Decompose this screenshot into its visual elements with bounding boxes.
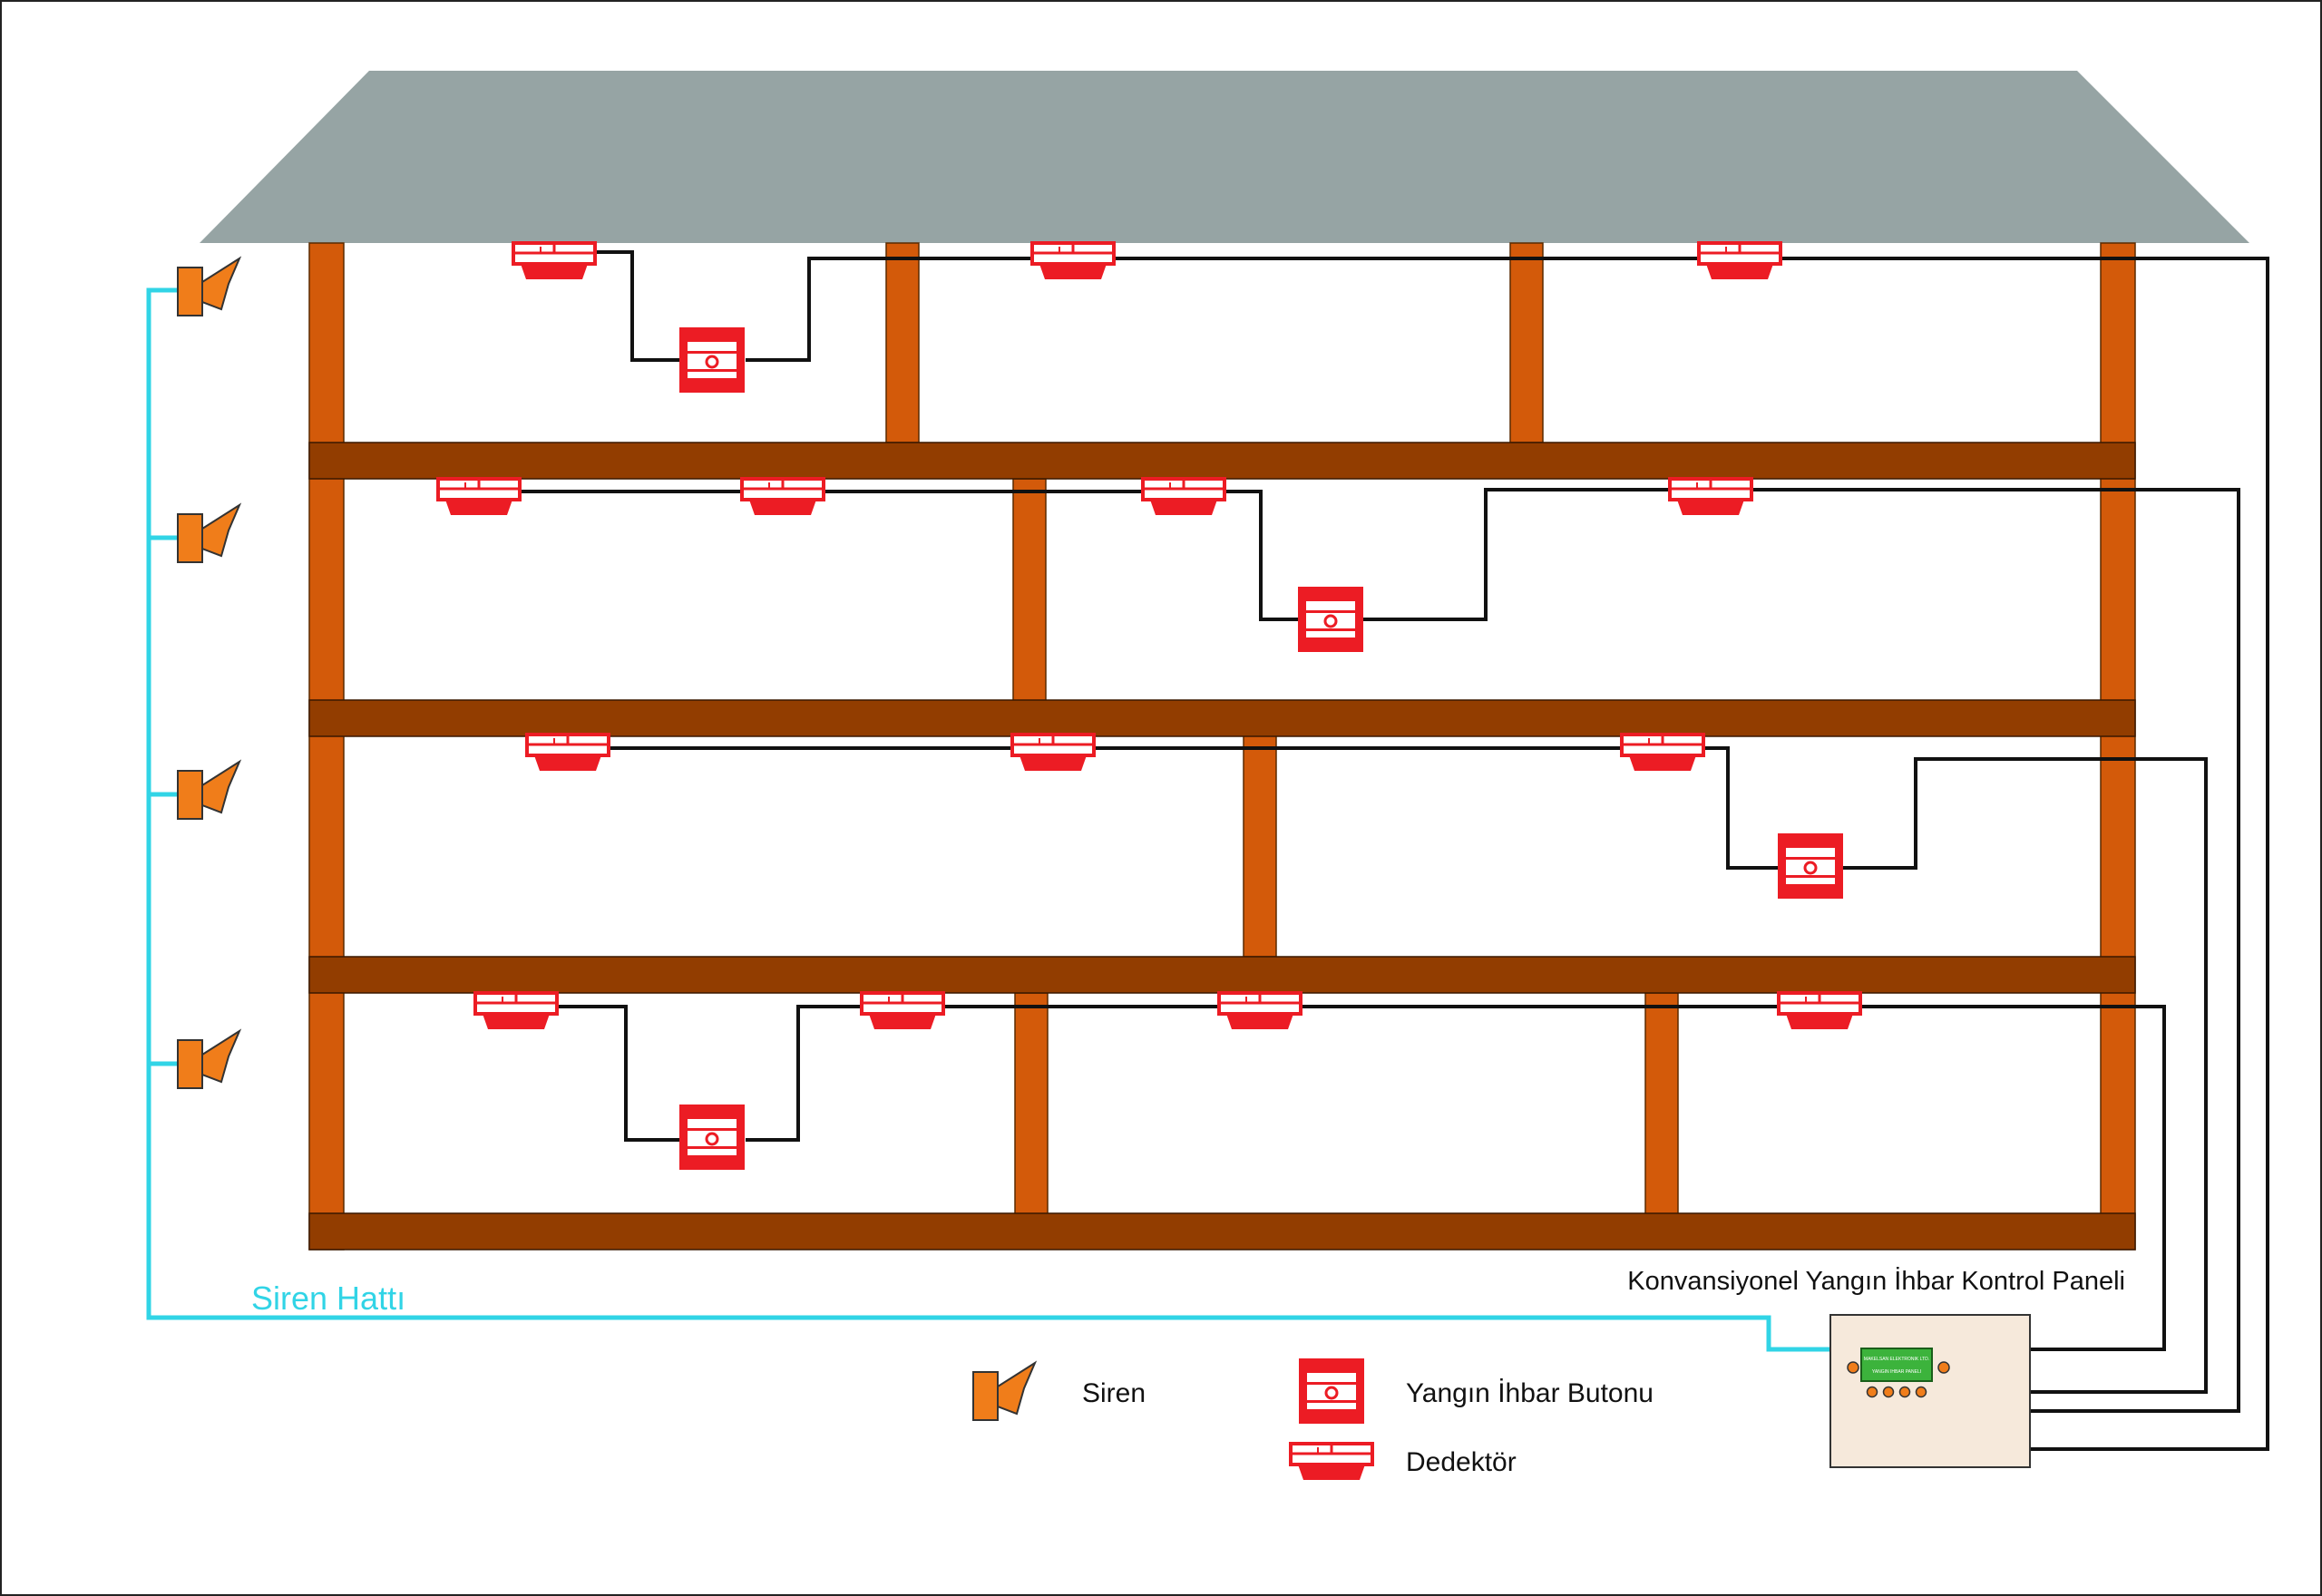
wall-post: [308, 242, 345, 1251]
panel-display-line1: MAKELSAN ELEKTRONIK LTD.: [1864, 1357, 1929, 1362]
smoke-detector-icon: [1141, 477, 1226, 515]
smoke-detector-icon: [1620, 733, 1705, 771]
fire-alarm-button-icon: [679, 327, 745, 393]
wall-post: [885, 242, 920, 443]
floor-beam: [308, 1212, 2136, 1251]
fire-alarm-button-icon: [1298, 587, 1363, 652]
panel-display-line2: YANGIN IHBAR PANELI: [1872, 1369, 1921, 1375]
wall-post: [2100, 242, 2136, 1251]
legend-button-label: Yangın İhbar Butonu: [1406, 1378, 1654, 1408]
panel-button: [1915, 1386, 1927, 1398]
legend-button-icon: [1299, 1358, 1364, 1424]
smoke-detector-icon: [473, 991, 559, 1029]
wall-post: [1644, 992, 1679, 1216]
siren-line-label: Siren Hattı: [251, 1280, 405, 1317]
panel-box: [1829, 1314, 2031, 1468]
wall-post: [1509, 242, 1544, 443]
fire-alarm-button-icon: [1778, 833, 1843, 899]
floor-beam: [308, 442, 2136, 480]
panel-led: [1847, 1361, 1859, 1374]
smoke-detector-icon: [436, 477, 522, 515]
panel-display: [1860, 1348, 1933, 1382]
wall-post: [1014, 992, 1049, 1216]
smoke-detector-icon: [1697, 241, 1782, 279]
smoke-detector-icon: [525, 733, 610, 771]
wall-post: [1243, 734, 1277, 958]
legend-detector-label: Dedektör: [1406, 1447, 1517, 1477]
legend-detector-icon: [1289, 1442, 1374, 1480]
wall-post: [1012, 478, 1047, 702]
smoke-detector-icon: [1010, 733, 1096, 771]
panel-led: [1937, 1361, 1950, 1374]
legend-siren-label: Siren: [1082, 1378, 1146, 1408]
fire-alarm-button-icon: [679, 1105, 745, 1170]
smoke-detector-icon: [1030, 241, 1116, 279]
panel-button: [1882, 1386, 1895, 1398]
smoke-detector-icon: [1777, 991, 1862, 1029]
panel-button: [1898, 1386, 1911, 1398]
floor-beam: [308, 956, 2136, 994]
smoke-detector-icon: [740, 477, 825, 515]
roof: [200, 71, 2249, 243]
panel-title: Konvansiyonel Yangın İhbar Kontrol Panel…: [1627, 1266, 2125, 1296]
control-panel: MAKELSAN ELEKTRONIK LTD. YANGIN IHBAR PA…: [1829, 1314, 2031, 1468]
fire-alarm-diagram: MAKELSAN ELEKTRONIK LTD. YANGIN IHBAR PA…: [0, 0, 2322, 1596]
smoke-detector-icon: [860, 991, 945, 1029]
smoke-detector-icon: [1668, 477, 1753, 515]
floor-beam: [308, 699, 2136, 737]
panel-button: [1866, 1386, 1878, 1398]
smoke-detector-icon: [1217, 991, 1302, 1029]
smoke-detector-icon: [512, 241, 597, 279]
